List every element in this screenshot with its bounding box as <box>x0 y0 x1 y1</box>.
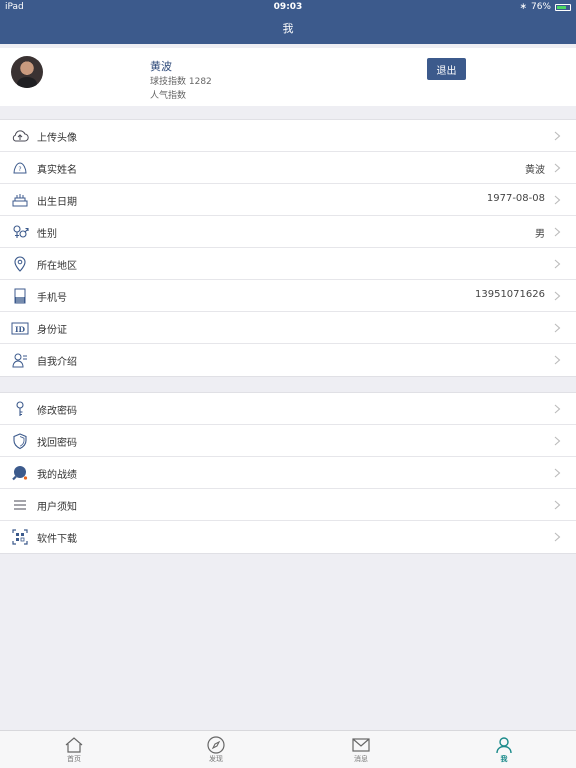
row-label: 用户须知 <box>37 502 77 513</box>
avatar[interactable] <box>11 56 43 88</box>
svg-text:?: ? <box>18 166 21 173</box>
clock: 09:03 <box>273 2 303 12</box>
settings-row[interactable]: 用户须知 <box>0 489 576 521</box>
tab-item[interactable]: 首页 <box>44 731 104 768</box>
list-icon <box>11 496 29 514</box>
battery-fill <box>557 5 566 9</box>
profile-card: 黄波 球技指数 1282 人气指数 退出 <box>0 48 576 106</box>
tab-bar: 首页 发现 消息 我 <box>0 730 576 768</box>
row-value: 男 <box>535 229 545 240</box>
nav-bar: 我 <box>0 16 576 44</box>
row-label: 性别 <box>37 229 57 240</box>
person-icon <box>494 735 514 755</box>
row-label: 身份证 <box>37 325 67 336</box>
settings-row[interactable]: 我的战绩 <box>0 457 576 489</box>
row-label: 我的战绩 <box>37 470 77 481</box>
row-label: 所在地区 <box>37 261 77 272</box>
tab-item[interactable]: 发现 <box>186 731 246 768</box>
popularity-index: 人气指数 <box>150 91 187 101</box>
row-label: 上传头像 <box>37 133 77 144</box>
profile-name: 黄波 <box>150 60 172 73</box>
status-right: ∗ 76% <box>519 2 571 12</box>
upload-cloud-icon <box>11 127 29 145</box>
tab-item[interactable]: 我 <box>474 731 534 768</box>
phone-icon <box>11 287 29 305</box>
settings-row[interactable]: 上传头像 <box>0 120 576 152</box>
row-value: 黄波 <box>525 165 545 176</box>
row-label: 修改密码 <box>37 406 77 417</box>
compass-icon <box>206 735 226 755</box>
settings-row[interactable]: 性别 男 <box>0 216 576 248</box>
person-intro-icon <box>11 351 29 369</box>
page-title: 我 <box>282 22 294 35</box>
bluetooth-icon: ∗ <box>519 2 527 12</box>
row-label: 软件下载 <box>37 534 77 545</box>
logout-button[interactable]: 退出 <box>427 58 466 80</box>
settings-row[interactable]: 所在地区 <box>0 248 576 280</box>
mail-icon <box>351 735 371 755</box>
home-icon <box>64 735 84 755</box>
battery-percent: 76% <box>530 2 551 12</box>
settings-row[interactable]: ? 真实姓名 黄波 <box>0 152 576 184</box>
row-label: 真实姓名 <box>37 165 77 176</box>
ping-pong-icon <box>11 464 29 482</box>
tab-label: 我 <box>500 755 508 763</box>
row-label: 找回密码 <box>37 438 77 449</box>
name-card-icon: ? <box>11 159 29 177</box>
gender-icon <box>11 223 29 241</box>
tab-item[interactable]: 消息 <box>331 731 391 768</box>
tab-label: 发现 <box>209 755 223 763</box>
key-icon <box>11 400 29 418</box>
profile-settings-group: 上传头像? 真实姓名 黄波 出生日期 1977-08-08 性别 男所在地区 手机号 13951… <box>0 119 576 377</box>
account-settings-group: 修改密码找回密码我的战绩用户须知软件下载 <box>0 392 576 554</box>
row-label: 手机号 <box>37 293 67 304</box>
shield-icon <box>11 432 29 450</box>
svg-text:ID: ID <box>15 325 26 334</box>
skill-index: 球技指数 1282 <box>150 77 212 87</box>
settings-row[interactable]: 修改密码 <box>0 393 576 425</box>
settings-row[interactable]: 手机号 13951071626 <box>0 280 576 312</box>
settings-row[interactable]: 自我介绍 <box>0 344 576 376</box>
settings-row[interactable]: ID 身份证 <box>0 312 576 344</box>
settings-row[interactable]: 出生日期 1977-08-08 <box>0 184 576 216</box>
row-value: 13951071626 <box>475 289 545 300</box>
id-card-icon: ID <box>11 319 29 337</box>
tab-label: 消息 <box>354 755 368 763</box>
qr-scan-icon <box>11 528 29 546</box>
settings-row[interactable]: 软件下载 <box>0 521 576 553</box>
tab-label: 首页 <box>67 755 81 763</box>
status-bar: iPad 09:03 ∗ 76% <box>0 0 576 16</box>
row-label: 出生日期 <box>37 197 77 208</box>
row-value: 1977-08-08 <box>486 193 545 204</box>
location-pin-icon <box>11 255 29 273</box>
birthday-cake-icon <box>11 191 29 209</box>
battery-icon <box>555 3 571 11</box>
settings-row[interactable]: 找回密码 <box>0 425 576 457</box>
row-label: 自我介绍 <box>37 357 77 368</box>
